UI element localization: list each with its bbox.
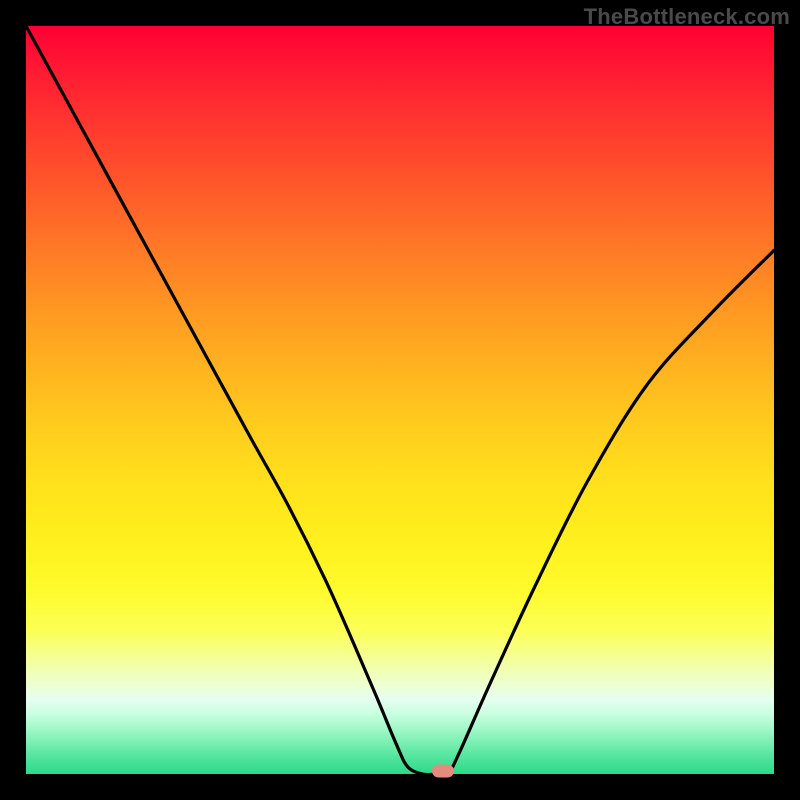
optimum-marker [432, 765, 454, 778]
chart-frame: TheBottleneck.com [0, 0, 800, 800]
plot-area [26, 26, 774, 774]
watermark-text: TheBottleneck.com [584, 4, 790, 30]
